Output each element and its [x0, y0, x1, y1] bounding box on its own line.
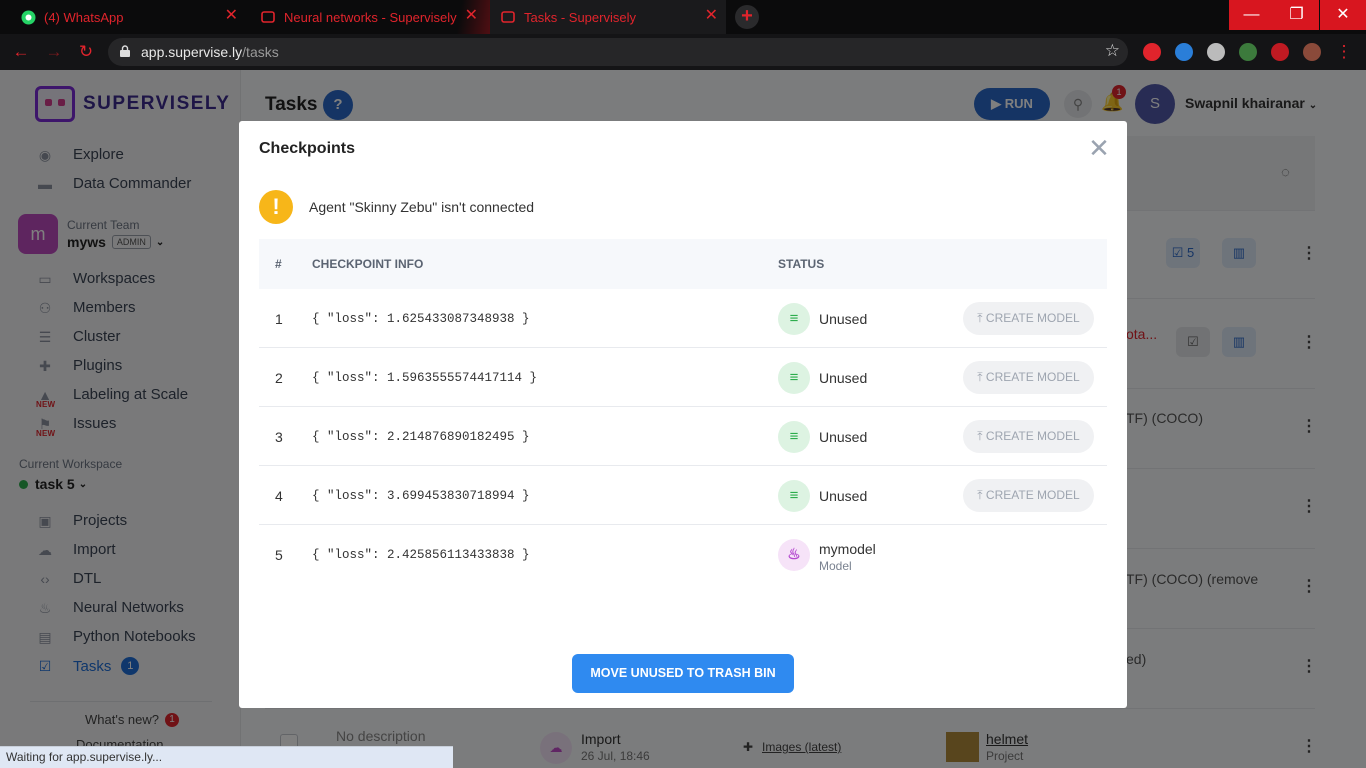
tab-close-icon[interactable]: ✕ — [465, 8, 478, 24]
create-model-button[interactable]: ⤒ CREATE MODEL — [963, 302, 1094, 335]
tab-title: Tasks - Supervisely — [524, 9, 636, 25]
list-icon: ≡ — [778, 421, 810, 453]
tab-title: (4) WhatsApp — [44, 9, 124, 25]
row-number: 5 — [275, 547, 283, 563]
tab-close-icon[interactable]: ✕ — [705, 8, 718, 24]
table-row: 4 { "loss": 3.699453830718994 } ≡ Unused… — [259, 466, 1107, 525]
address-bar: ← → ↻ app.supervise.ly/tasks ☆ ⋮ — [0, 34, 1366, 70]
bookmark-star-icon[interactable]: ☆ — [1105, 41, 1120, 61]
table-row: 2 { "loss": 1.5963555574417114 } ≡ Unuse… — [259, 348, 1107, 407]
minimize-button[interactable]: — — [1229, 0, 1274, 30]
checkpoint-info: { "loss": 1.625433087348938 } — [312, 312, 530, 326]
close-icon[interactable]: ✕ — [1088, 135, 1110, 161]
upload-icon: ⤒ — [977, 429, 986, 443]
list-icon: ≡ — [778, 480, 810, 512]
new-tab-button[interactable]: + — [735, 5, 759, 29]
reload-icon[interactable]: ↻ — [75, 42, 97, 62]
move-unused-to-trash-button[interactable]: MOVE UNUSED TO TRASH BIN — [572, 654, 794, 693]
model-label: Model — [819, 559, 852, 573]
warning-text: Agent "Skinny Zebu" isn't connected — [309, 199, 535, 215]
extension-leaf-icon[interactable] — [1239, 43, 1257, 61]
checkpoint-info: { "loss": 2.425856113433838 } — [312, 548, 530, 562]
status-text: Unused — [819, 370, 868, 386]
agent-warning: ! Agent "Skinny Zebu" isn't connected — [259, 190, 534, 224]
whatsapp-icon — [20, 9, 36, 25]
checkpoint-info: { "loss": 2.214876890182495 } — [312, 430, 530, 444]
table-header: # CHECKPOINT INFO STATUS — [259, 239, 1107, 289]
col-checkpoint-info: CHECKPOINT INFO — [312, 257, 424, 271]
browser-tab-strip: (4) WhatsApp ✕ Neural networks - Supervi… — [0, 0, 1366, 34]
tab-tasks[interactable]: Tasks - Supervisely ✕ — [490, 0, 726, 34]
lock-icon — [120, 45, 130, 57]
checkpoint-info: { "loss": 3.699453830718994 } — [312, 489, 530, 503]
restore-button[interactable]: ❐ — [1274, 0, 1319, 30]
upload-icon: ⤒ — [977, 488, 986, 502]
profile-avatar-icon[interactable] — [1303, 43, 1321, 61]
url-host: app.supervise.ly — [141, 44, 243, 60]
supervisely-icon — [260, 9, 276, 25]
warning-icon: ! — [259, 190, 293, 224]
status-text: Unused — [819, 488, 868, 504]
extension-download-icon[interactable] — [1207, 43, 1225, 61]
url-path: /tasks — [242, 44, 279, 60]
tab-whatsapp[interactable]: (4) WhatsApp ✕ — [10, 0, 246, 34]
list-icon: ≡ — [778, 303, 810, 335]
extension-hand-icon[interactable] — [1143, 43, 1161, 61]
flame-icon: ♨ — [778, 539, 810, 571]
supervisely-icon — [500, 9, 516, 25]
table-row: 5 { "loss": 2.425856113433838 } ♨ mymode… — [259, 525, 1107, 584]
row-number: 4 — [275, 488, 283, 504]
row-number: 3 — [275, 429, 283, 445]
col-num: # — [275, 257, 282, 271]
status-text: Unused — [819, 311, 868, 327]
tab-neural-networks[interactable]: Neural networks - Supervisely ✕ — [250, 0, 486, 34]
browser-menu-icon[interactable]: ⋮ — [1333, 42, 1355, 62]
row-number: 2 — [275, 370, 283, 386]
browser-status-bar: Waiting for app.supervise.ly... — [0, 746, 453, 768]
close-window-button[interactable]: ✕ — [1320, 0, 1366, 30]
back-icon[interactable]: ← — [10, 42, 32, 62]
row-number: 1 — [275, 311, 283, 327]
url-field[interactable]: app.supervise.ly/tasks ☆ — [108, 38, 1128, 66]
table-row: 3 { "loss": 2.214876890182495 } ≡ Unused… — [259, 407, 1107, 466]
status-text: Unused — [819, 429, 868, 445]
checkpoint-info: { "loss": 1.5963555574417114 } — [312, 371, 538, 385]
extension-puzzle-icon[interactable] — [1175, 43, 1193, 61]
model-name[interactable]: mymodel — [819, 541, 876, 557]
upload-icon: ⤒ — [977, 311, 986, 325]
create-model-button[interactable]: ⤒ CREATE MODEL — [963, 420, 1094, 453]
forward-icon[interactable]: → — [43, 42, 65, 62]
table-row: 1 { "loss": 1.625433087348938 } ≡ Unused… — [259, 289, 1107, 348]
create-model-button[interactable]: ⤒ CREATE MODEL — [963, 479, 1094, 512]
tab-close-icon[interactable]: ✕ — [225, 8, 238, 24]
create-model-button[interactable]: ⤒ CREATE MODEL — [963, 361, 1094, 394]
tab-title: Neural networks - Supervisely — [284, 9, 457, 25]
list-icon: ≡ — [778, 362, 810, 394]
extensions-puzzle-icon[interactable] — [1271, 43, 1289, 61]
modal-title: Checkpoints — [259, 140, 356, 157]
col-status: STATUS — [778, 257, 825, 271]
checkpoints-modal: Checkpoints ✕ ! Agent "Skinny Zebu" isn'… — [239, 121, 1127, 708]
upload-icon: ⤒ — [977, 370, 986, 384]
